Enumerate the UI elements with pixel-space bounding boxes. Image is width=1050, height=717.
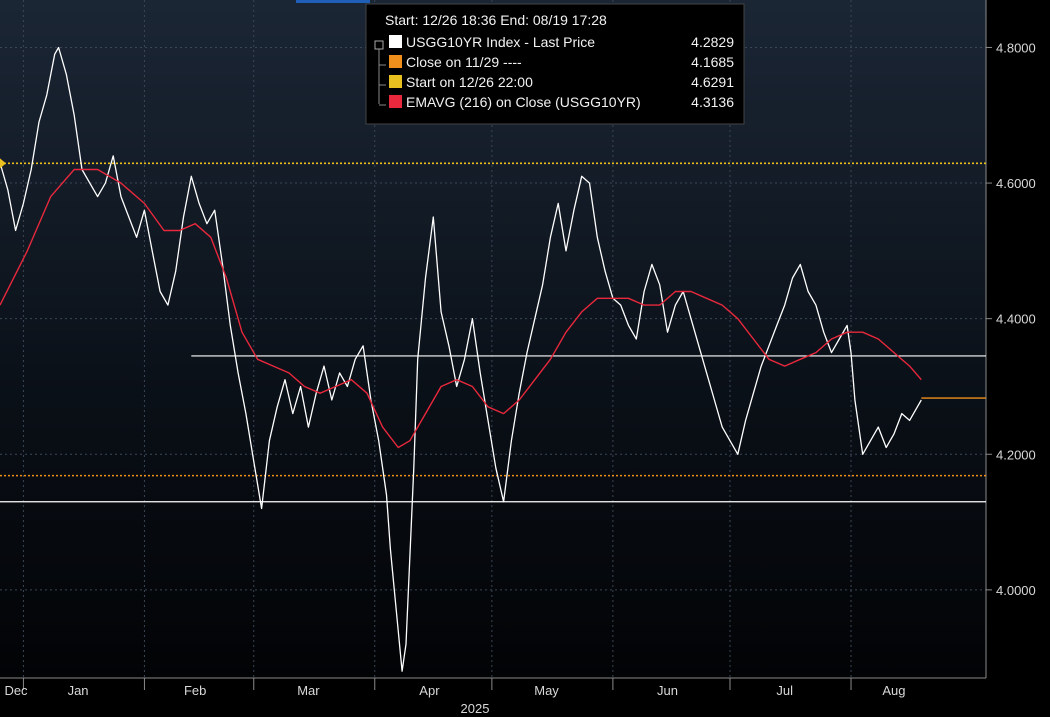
x-tick-label: Feb xyxy=(184,683,206,698)
legend-entry-label: USGG10YR Index - Last Price xyxy=(406,34,595,50)
y-tick-label: 4.0000 xyxy=(996,583,1036,598)
top-scroll-indicator[interactable] xyxy=(296,0,370,3)
legend-entry-label: Close on 11/29 ---- xyxy=(406,54,522,70)
x-tick-label: Apr xyxy=(419,683,440,698)
x-tick-label: Jun xyxy=(657,683,678,698)
legend-entry-value: 4.1685 xyxy=(691,54,734,70)
legend-entry-label: EMAVG (216) on Close (USGG10YR) xyxy=(406,94,641,110)
legend-entry-value: 4.3136 xyxy=(691,94,734,110)
legend-swatch xyxy=(389,35,402,48)
x-tick-label: Aug xyxy=(882,683,905,698)
legend[interactable]: Start: 12/26 18:36 End: 08/19 17:28 USGG… xyxy=(365,3,745,125)
x-tick-label: May xyxy=(534,683,559,698)
y-tick-label: 4.2000 xyxy=(996,447,1036,462)
legend-swatch xyxy=(389,55,402,68)
x-axis-panel xyxy=(0,678,986,717)
x-tick-label: Jul xyxy=(776,683,793,698)
y-axis-panel xyxy=(986,0,1050,717)
y-tick-label: 4.6000 xyxy=(996,176,1036,191)
legend-entry-value: 4.6291 xyxy=(691,74,734,90)
yield-chart: 4.0000 4.2000 4.4000 4.6000 4.8000 Dec Jan Feb… xyxy=(0,0,1050,717)
y-tick-label: 4.4000 xyxy=(996,312,1036,327)
x-tick-label: Mar xyxy=(297,683,320,698)
legend-header: Start: 12/26 18:36 End: 08/19 17:28 xyxy=(385,12,607,28)
x-axis-year-label: 2025 xyxy=(461,701,490,716)
legend-entry-label: Start on 12/26 22:00 xyxy=(406,74,533,90)
legend-swatch xyxy=(389,95,402,108)
legend-entry-value: 4.2829 xyxy=(691,34,734,50)
y-tick-label: 4.8000 xyxy=(996,40,1036,55)
x-tick-label: Dec xyxy=(4,683,28,698)
legend-collapse-toggle[interactable] xyxy=(374,40,384,50)
x-tick-label: Jan xyxy=(68,683,89,698)
legend-swatch xyxy=(389,75,402,88)
